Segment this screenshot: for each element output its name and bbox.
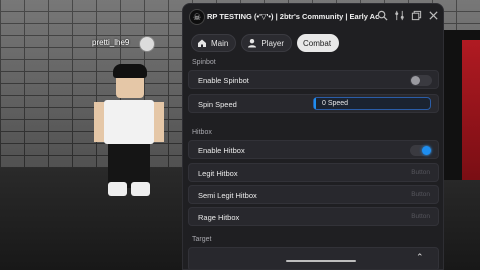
tab-bar: Main Player Combat — [191, 34, 340, 52]
tab-combat[interactable]: Combat — [297, 34, 340, 52]
tab-main-label: Main — [211, 38, 229, 48]
section-hitbox: Hitbox — [192, 129, 212, 136]
spin-speed-row: Spin Speed 0 Speed — [188, 94, 439, 113]
slider-fill — [314, 98, 316, 109]
enable-spinbot-label: Enable Spinbot — [198, 76, 249, 85]
enable-hitbox-label: Enable Hitbox — [198, 146, 245, 155]
spin-speed-value: 0 Speed — [322, 100, 349, 107]
target-row[interactable] — [188, 247, 439, 269]
button-hint: Button — [411, 191, 430, 198]
tab-main[interactable]: Main — [191, 34, 237, 52]
button-hint: Button — [411, 169, 430, 176]
player-nametag: pretti_lhe9 — [92, 38, 130, 47]
semi-legit-hitbox-label: Semi Legit Hitbox — [198, 191, 257, 200]
user-icon — [248, 39, 257, 48]
search-icon[interactable] — [377, 10, 388, 21]
legit-hitbox-button[interactable]: Legit Hitbox Button — [188, 163, 439, 182]
spin-speed-label: Spin Speed — [198, 100, 237, 109]
player-avatar — [94, 64, 164, 204]
chevron-up-icon[interactable]: ⌃ — [416, 252, 424, 263]
window-titlebar[interactable]: ☠ RP TESTING (•'▽'•) | 2btr's Community … — [183, 4, 443, 30]
section-spinbot: Spinbot — [192, 59, 216, 66]
avatar-hair — [113, 64, 147, 78]
window-title: RP TESTING (•'▽'•) | 2btr's Community | … — [207, 12, 379, 21]
enable-spinbot-toggle[interactable] — [410, 75, 432, 86]
red-poster — [462, 40, 480, 180]
tab-player-label: Player — [261, 38, 285, 48]
enable-hitbox-toggle[interactable] — [410, 145, 432, 156]
spin-speed-slider[interactable]: 0 Speed — [313, 97, 431, 110]
tab-combat-label: Combat — [303, 38, 332, 48]
semi-legit-hitbox-button[interactable]: Semi Legit Hitbox Button — [188, 185, 439, 204]
restore-window-icon[interactable] — [411, 10, 422, 21]
resize-handle[interactable] — [286, 260, 356, 262]
enable-spinbot-row[interactable]: Enable Spinbot — [188, 70, 439, 89]
legit-hitbox-label: Legit Hitbox — [198, 169, 238, 178]
rage-hitbox-button[interactable]: Rage Hitbox Button — [188, 207, 439, 226]
script-window: ☠ RP TESTING (•'▽'•) | 2btr's Community … — [182, 3, 444, 270]
button-hint: Button — [411, 213, 430, 220]
toggle-knob — [411, 76, 420, 85]
enable-hitbox-row[interactable]: Enable Hitbox — [188, 140, 439, 159]
avatar-left-shoe — [108, 182, 127, 196]
toggle-knob — [422, 146, 431, 155]
skull-logo-icon: ☠ — [189, 9, 205, 25]
settings-sliders-icon[interactable] — [394, 10, 405, 21]
avatar-right-shoe — [131, 182, 150, 196]
close-icon[interactable] — [428, 10, 439, 21]
player-badge-icon — [139, 36, 155, 52]
home-icon — [198, 39, 206, 47]
section-target: Target — [192, 236, 212, 243]
tab-player[interactable]: Player — [241, 34, 293, 52]
rage-hitbox-label: Rage Hitbox — [198, 213, 240, 222]
avatar-torso — [104, 100, 154, 144]
